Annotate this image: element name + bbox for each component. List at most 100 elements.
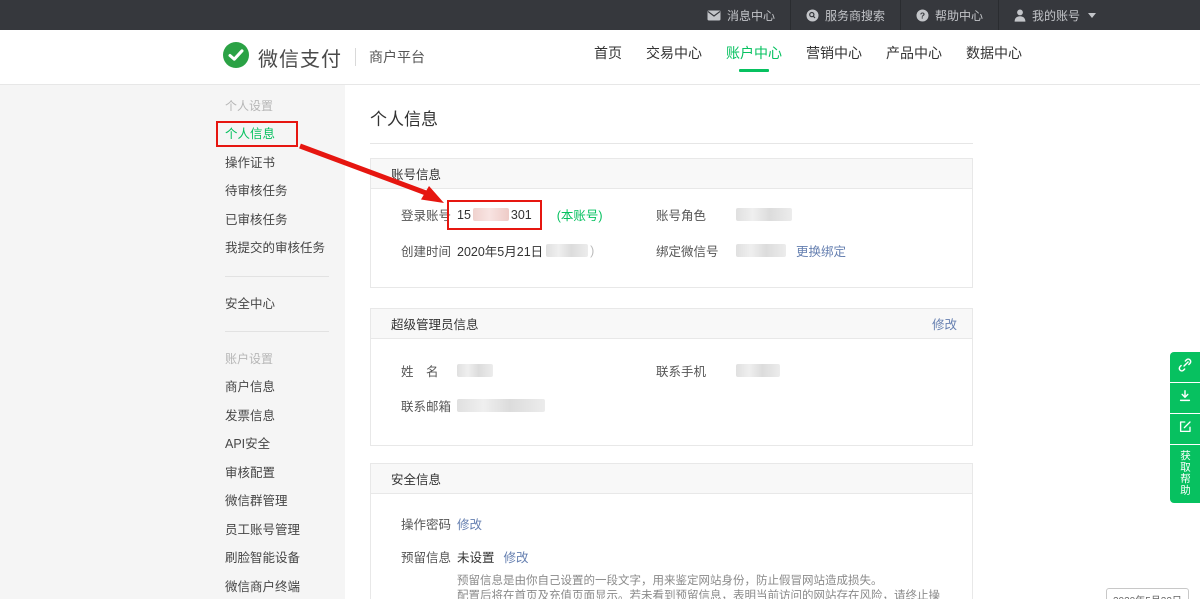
operation-password-modify-link[interactable]: 修改 xyxy=(457,514,482,533)
user-icon xyxy=(1014,9,1026,22)
sidebar-item-my-submitted-review-tasks[interactable]: 我提交的审核任务 xyxy=(225,234,345,263)
brand-name: 微信支付 xyxy=(258,43,342,72)
sidebar-item-personal-info[interactable]: 个人信息 xyxy=(225,120,345,149)
sidebar-item-reviewed-tasks[interactable]: 已审核任务 xyxy=(225,206,345,235)
sidebar-item-pending-review-tasks[interactable]: 待审核任务 xyxy=(225,177,345,206)
sidebar-item-staff-account-management[interactable]: 员工账号管理 xyxy=(225,516,345,545)
sidebar-item-merchant-info[interactable]: 商户信息 xyxy=(225,373,345,402)
security-info-panel: 安全信息 操作密码 修改 预留信息 未设置 修改 预留信息是由你自己设置的一段文… xyxy=(370,463,973,599)
admin-phone-row: 联系手机 xyxy=(656,361,952,380)
brand-divider xyxy=(355,48,356,66)
account-role-row: 账号角色 xyxy=(656,205,952,224)
redacted-admin-phone xyxy=(736,364,780,377)
login-account-value-annotated: 15 301 xyxy=(447,200,542,230)
feedback-button[interactable] xyxy=(1170,414,1200,444)
reserved-info-status: 未设置 xyxy=(457,547,495,566)
redacted-account-role xyxy=(736,208,792,221)
nav-account-center[interactable]: 账户中心 xyxy=(714,30,794,84)
wechat-pay-merchant-portal: 消息中心 服务商搜索 ? 帮助中心 我的账号 xyxy=(0,0,1200,599)
my-account-label: 我的账号 xyxy=(1032,7,1080,24)
help-center-item[interactable]: ? 帮助中心 xyxy=(900,0,998,30)
login-account-prefix: 15 xyxy=(457,208,471,222)
message-center-item[interactable]: 消息中心 xyxy=(692,0,790,30)
bound-wechat-row: 绑定微信号 更换绑定 xyxy=(656,241,952,260)
get-help-button[interactable]: 获取帮助 xyxy=(1170,445,1200,503)
created-time-label: 创建时间 xyxy=(401,241,457,260)
admin-name-row: 姓 名 xyxy=(401,361,656,380)
date-tooltip: 2020年5月22日 xyxy=(1106,588,1189,599)
sidebar: 个人设置 个人信息 操作证书 待审核任务 已审核任务 我提交的审核任务 安全中心… xyxy=(0,85,345,599)
sidebar-divider xyxy=(225,276,329,277)
operation-password-label: 操作密码 xyxy=(401,514,457,533)
link-icon xyxy=(1177,357,1193,378)
self-account-tag: (本账号) xyxy=(557,205,603,224)
reserved-info-modify-link[interactable]: 修改 xyxy=(504,547,529,566)
sidebar-item-security-center[interactable]: 安全中心 xyxy=(225,290,345,319)
help-center-label: 帮助中心 xyxy=(935,7,983,24)
message-center-label: 消息中心 xyxy=(727,7,775,24)
sidebar-group-account-settings: 账户设置 xyxy=(225,345,345,373)
sidebar-item-operation-certificate[interactable]: 操作证书 xyxy=(225,149,345,178)
operation-password-row: 操作密码 修改 xyxy=(401,514,952,533)
page-title: 个人信息 xyxy=(370,85,1200,130)
active-nav-underline xyxy=(739,69,769,72)
security-info-panel-title: 安全信息 xyxy=(391,469,441,488)
nav-home[interactable]: 首页 xyxy=(582,30,634,84)
title-divider xyxy=(370,143,973,144)
redacted-admin-email xyxy=(457,399,545,412)
get-help-label: 获取帮助 xyxy=(1170,450,1200,496)
download-button[interactable] xyxy=(1170,383,1200,413)
nav-product-center[interactable]: 产品中心 xyxy=(874,30,954,84)
svg-text:?: ? xyxy=(920,10,925,20)
bound-wechat-label: 绑定微信号 xyxy=(656,241,736,260)
admin-phone-label: 联系手机 xyxy=(656,361,736,380)
nav-marketing-center[interactable]: 营销中心 xyxy=(794,30,874,84)
admin-name-label: 姓 名 xyxy=(401,361,457,380)
wechat-pay-logo-icon xyxy=(222,41,250,74)
sidebar-item-review-config[interactable]: 审核配置 xyxy=(225,459,345,488)
nav-data-center[interactable]: 数据中心 xyxy=(954,30,1034,84)
my-account-item[interactable]: 我的账号 xyxy=(998,0,1111,30)
nav-transaction-center[interactable]: 交易中心 xyxy=(634,30,714,84)
redacted-created-time xyxy=(546,244,588,257)
sp-search-item[interactable]: 服务商搜索 xyxy=(790,0,900,30)
floating-help-widget: 获取帮助 xyxy=(1170,352,1200,503)
sidebar-group-personal-settings: 个人设置 xyxy=(225,92,345,120)
brand-block[interactable]: 微信支付 商户平台 xyxy=(222,30,425,84)
edit-icon xyxy=(1178,419,1193,439)
account-info-panel-title: 账号信息 xyxy=(391,164,441,183)
created-time-tail: ) xyxy=(590,244,594,258)
admin-modify-link[interactable]: 修改 xyxy=(932,314,957,333)
mail-icon xyxy=(707,10,721,21)
sidebar-item-invoice-info[interactable]: 发票信息 xyxy=(225,402,345,431)
portal-name: 商户平台 xyxy=(369,47,425,67)
chevron-down-icon xyxy=(1088,13,1096,18)
sidebar-item-wechat-group-management[interactable]: 微信群管理 xyxy=(225,487,345,516)
super-admin-panel-title: 超级管理员信息 xyxy=(391,314,479,333)
question-icon: ? xyxy=(916,9,929,22)
account-info-panel: 账号信息 登录账号 15 301 (本账号) 账号角色 创建时 xyxy=(370,158,973,288)
login-account-suffix: 301 xyxy=(511,208,532,222)
sidebar-item-api-security[interactable]: API安全 xyxy=(225,430,345,459)
main-header: 微信支付 商户平台 首页 交易中心 账户中心 营销中心 产品中心 数据中心 xyxy=(0,30,1200,85)
download-icon xyxy=(1177,388,1193,409)
search-icon xyxy=(806,9,819,22)
admin-email-row: 联系邮箱 xyxy=(401,396,656,415)
top-utility-bar: 消息中心 服务商搜索 ? 帮助中心 我的账号 xyxy=(0,0,1200,30)
reserved-info-label: 预留信息 xyxy=(401,547,457,566)
redacted-admin-name xyxy=(457,364,493,377)
sidebar-divider xyxy=(225,331,329,332)
tip-line-2: 配置后将在首页及充值页面显示。若未看到预留信息，表明当前访问的网站存在风险，请终… xyxy=(457,589,952,599)
redacted-wechat-id xyxy=(736,244,786,257)
primary-nav: 首页 交易中心 账户中心 营销中心 产品中心 数据中心 xyxy=(582,30,1034,84)
created-time-value: 2020年5月21日 xyxy=(457,241,543,260)
created-time-row: 创建时间 2020年5月21日 ) xyxy=(401,241,656,260)
top-utility-items: 消息中心 服务商搜索 ? 帮助中心 我的账号 xyxy=(692,0,1111,30)
reserved-info-tips: 预留信息是由你自己设置的一段文字，用来鉴定网站身份，防止假冒网站造成损失。 配置… xyxy=(457,574,952,599)
reserved-info-row: 预留信息 未设置 修改 xyxy=(401,547,952,566)
sidebar-item-face-pay-devices[interactable]: 刷脸智能设备 xyxy=(225,544,345,573)
rebind-link[interactable]: 更换绑定 xyxy=(796,241,846,260)
link-button[interactable] xyxy=(1170,352,1200,382)
sidebar-item-wechat-merchant-terminal[interactable]: 微信商户终端 xyxy=(225,573,345,599)
tip-line-1: 预留信息是由你自己设置的一段文字，用来鉴定网站身份，防止假冒网站造成损失。 xyxy=(457,574,952,589)
